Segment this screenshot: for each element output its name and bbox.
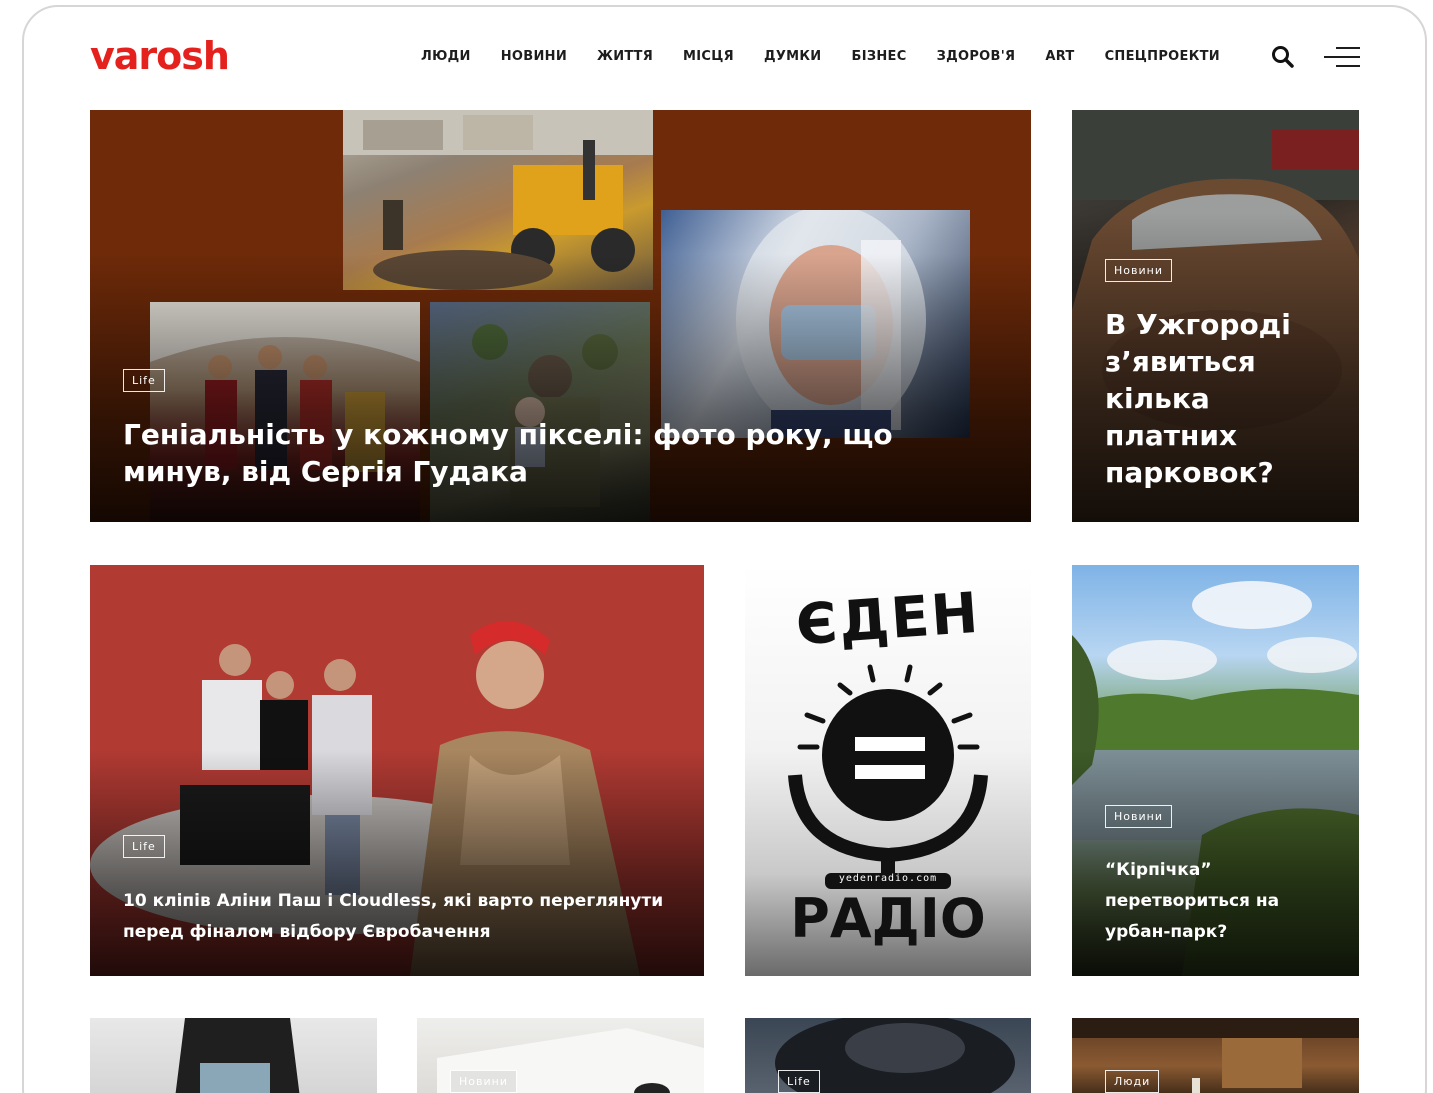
category-tag[interactable]: Новини xyxy=(1105,805,1172,828)
featured-article-card-photo-year[interactable]: Life Геніальність у кожному пікселі: фот… xyxy=(90,110,1031,522)
person-photo xyxy=(175,1018,300,1093)
search-icon[interactable] xyxy=(1270,44,1296,70)
main-nav: ЛЮДИ НОВИНИ ЖИТТЯ МІСЦЯ ДУМКИ БІЗНЕС ЗДО… xyxy=(421,49,1250,64)
nav-item-business[interactable]: БІЗНЕС xyxy=(851,49,906,64)
radio-logo-text: РАДІО xyxy=(790,887,986,950)
article-title[interactable]: Геніальність у кожному пікселі: фото рок… xyxy=(123,416,943,490)
nav-item-news[interactable]: НОВИНИ xyxy=(501,49,567,64)
category-tag[interactable]: Life xyxy=(123,369,165,392)
category-tag[interactable]: Life xyxy=(778,1070,820,1093)
featured-article-card-parking[interactable]: Новини В Ужгороді з’явиться кілька платн… xyxy=(1072,110,1359,522)
category-tag[interactable]: Life xyxy=(123,835,165,858)
eden-logo-url: yedenradio.com xyxy=(838,873,938,884)
article-card-kirpichka-park[interactable]: Новини “Кірпічка” перетвориться на урбан… xyxy=(1072,565,1359,976)
article-title[interactable]: 10 кліпів Аліни Паш і Cloudless, які вар… xyxy=(123,886,683,948)
site-logo[interactable]: varosh xyxy=(90,34,230,78)
hamburger-menu-icon[interactable] xyxy=(1322,44,1360,72)
article-card-bottom-4[interactable]: Люди xyxy=(1072,1018,1359,1093)
category-tag[interactable]: Новини xyxy=(1105,259,1172,282)
nav-item-places[interactable]: МІСЦЯ xyxy=(683,49,734,64)
nav-item-people[interactable]: ЛЮДИ xyxy=(421,49,471,64)
article-title[interactable]: “Кірпічка” перетвориться на урбан-парк? xyxy=(1105,855,1335,948)
article-title[interactable]: В Ужгороді з’явиться кілька платних парк… xyxy=(1105,306,1335,491)
nav-item-life[interactable]: ЖИТТЯ xyxy=(597,49,653,64)
article-card-eden-radio[interactable]: ЄДЕН yedenradio.com РАДІО xyxy=(745,565,1031,976)
nav-item-health[interactable]: ЗДОРОВ'Я xyxy=(937,49,1016,64)
category-tag[interactable]: Люди xyxy=(1105,1070,1160,1093)
article-card-bottom-3[interactable]: Life xyxy=(745,1018,1031,1093)
nav-item-opinions[interactable]: ДУМКИ xyxy=(764,49,822,64)
nav-item-special[interactable]: СПЕЦПРОЕКТИ xyxy=(1105,49,1220,64)
article-card-bottom-1[interactable] xyxy=(90,1018,377,1093)
nav-item-art[interactable]: ART xyxy=(1045,49,1074,64)
article-card-alina-pash[interactable]: Life 10 кліпів Аліни Паш і Cloudless, як… xyxy=(90,565,704,976)
article-card-bottom-2[interactable]: Новини xyxy=(417,1018,704,1093)
category-tag[interactable]: Новини xyxy=(450,1070,517,1093)
